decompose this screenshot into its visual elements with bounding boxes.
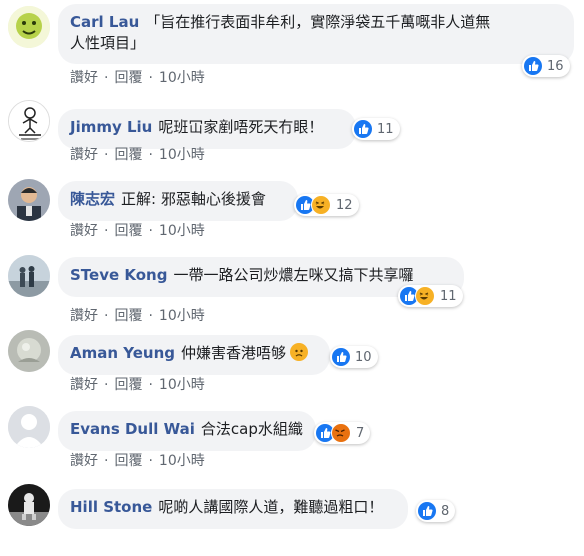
separator: · [148, 453, 153, 469]
comment-actions: 讚好 · 回覆 · 10小時 [70, 374, 205, 394]
comment-text: 合法cap水組織 [200, 420, 303, 438]
separator: · [104, 223, 109, 239]
like-icon [524, 57, 542, 75]
reply-button[interactable]: 回覆 [114, 308, 142, 324]
comment-actions: 讚好 · 回覆 · 10小時 [70, 220, 205, 240]
comment-text: 呢班冚家剷唔死天冇眼！ [158, 118, 324, 136]
comment-bubble: 陳志宏 正解: 邪惡軸心後援會 [58, 181, 298, 221]
comment-timestamp[interactable]: 10小時 [159, 223, 205, 239]
avatar-image [8, 484, 50, 526]
separator: · [148, 70, 153, 86]
comment-bubble: Evans Dull Wai 合法cap水組織 [58, 411, 316, 451]
angry-icon [331, 423, 351, 443]
comment-author[interactable]: Jimmy Liu [70, 118, 152, 136]
comment-bubble: Carl Lau 「旨在推行表面非牟利，實際淨袋五千萬嘅非人道無 人性項目」 [58, 4, 574, 64]
separator: · [104, 377, 109, 393]
comment-bubble: Hill Stone 呢啲人講國際人道，難聽過粗口！ [58, 489, 408, 529]
comment-text: 仲嫌害香港唔够 [181, 344, 287, 362]
comment-actions: 讚好 · 回覆 · 10小時 [70, 144, 205, 164]
reaction-count: 7 [356, 425, 365, 441]
reply-button[interactable]: 回覆 [114, 377, 142, 393]
reactions-summary[interactable]: 8 [416, 500, 456, 522]
avatar[interactable] [8, 179, 50, 221]
comment-actions: 讚好 · 回覆 · 10小時 [70, 67, 205, 87]
avatar-image [8, 179, 50, 221]
worried-face-emoji [290, 343, 309, 361]
avatar[interactable] [8, 6, 50, 48]
comment-text: 正解: 邪惡軸心後援會 [121, 190, 266, 208]
default-avatar-icon [8, 406, 50, 448]
reply-button[interactable]: 回覆 [114, 147, 142, 163]
like-button[interactable]: 讚好 [70, 377, 98, 393]
reactions-summary[interactable]: 7 [314, 422, 371, 444]
like-button[interactable]: 讚好 [70, 223, 98, 239]
comment-author[interactable]: 陳志宏 [70, 190, 115, 208]
reaction-count: 8 [441, 503, 450, 519]
separator: · [104, 147, 109, 163]
like-button[interactable]: 讚好 [70, 453, 98, 469]
separator: · [148, 223, 153, 239]
like-icon [354, 120, 372, 138]
avatar[interactable] [8, 330, 50, 372]
like-icon [332, 348, 350, 366]
avatar[interactable] [8, 255, 50, 297]
like-icon [418, 502, 436, 520]
separator: · [104, 70, 109, 86]
comment-actions: 讚好 · 回覆 · 10小時 [70, 450, 205, 470]
reaction-count: 12 [336, 197, 353, 213]
reactions-summary[interactable]: 11 [398, 285, 463, 307]
comment-text: 一帶一路公司炒燶左咪又搞下共享囉 [173, 266, 414, 284]
like-button[interactable]: 讚好 [70, 147, 98, 163]
reactions-summary[interactable]: 11 [352, 118, 400, 140]
comment-timestamp[interactable]: 10小時 [159, 70, 205, 86]
separator: · [148, 308, 153, 324]
comment-timestamp[interactable]: 10小時 [159, 377, 205, 393]
avatar[interactable] [8, 100, 50, 142]
comment-author[interactable]: Aman Yeung [70, 344, 175, 362]
comment-author[interactable]: STeve Kong [70, 266, 167, 284]
reactions-summary[interactable]: 12 [294, 194, 359, 216]
reply-button[interactable]: 回覆 [114, 70, 142, 86]
comment-text-continued: 人性項目」 [70, 34, 146, 52]
comment-timestamp[interactable]: 10小時 [159, 308, 205, 324]
reactions-summary[interactable]: 16 [522, 55, 570, 77]
avatar-image [8, 6, 50, 48]
avatar-image [8, 255, 50, 297]
comment-bubble: Aman Yeung 仲嫌害香港唔够 [58, 335, 330, 375]
reply-button[interactable]: 回覆 [114, 223, 142, 239]
avatar[interactable] [8, 484, 50, 526]
comment-timestamp[interactable]: 10小時 [159, 453, 205, 469]
comment-bubble: Jimmy Liu 呢班冚家剷唔死天冇眼！ [58, 109, 356, 149]
haha-icon [311, 195, 331, 215]
reaction-count: 16 [547, 58, 564, 74]
reaction-count: 11 [377, 121, 394, 137]
like-button[interactable]: 讚好 [70, 308, 98, 324]
haha-icon [415, 286, 435, 306]
reply-button[interactable]: 回覆 [114, 453, 142, 469]
comment-text: 「旨在推行表面非牟利，實際淨袋五千萬嘅非人道無 [145, 13, 491, 31]
reactions-summary[interactable]: 10 [330, 346, 378, 368]
avatar[interactable] [8, 406, 50, 448]
separator: · [104, 453, 109, 469]
comment-author[interactable]: Carl Lau [70, 13, 139, 31]
reaction-count: 11 [440, 288, 457, 304]
comment-actions: 讚好 · 回覆 · 10小時 [70, 305, 205, 325]
avatar-image [9, 101, 49, 141]
separator: · [148, 377, 153, 393]
comment-text: 呢啲人講國際人道，難聽過粗口！ [158, 498, 384, 516]
comment-author[interactable]: Evans Dull Wai [70, 420, 195, 438]
avatar-image [8, 330, 50, 372]
separator: · [104, 308, 109, 324]
like-button[interactable]: 讚好 [70, 70, 98, 86]
reaction-count: 10 [355, 349, 372, 365]
comment-timestamp[interactable]: 10小時 [159, 147, 205, 163]
comment-author[interactable]: Hill Stone [70, 498, 152, 516]
separator: · [148, 147, 153, 163]
